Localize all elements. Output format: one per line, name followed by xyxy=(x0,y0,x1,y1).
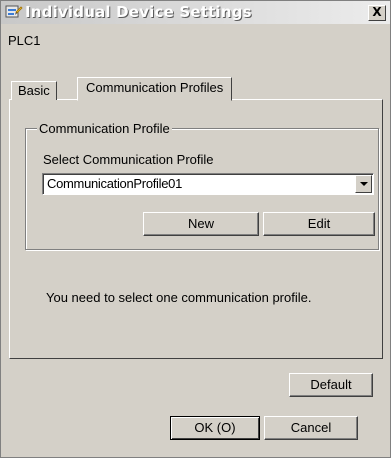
info-message: You need to select one communication pro… xyxy=(46,290,312,305)
cancel-button[interactable]: Cancel xyxy=(264,416,358,440)
group-title: Communication Profile xyxy=(37,121,172,136)
default-button[interactable]: Default xyxy=(289,373,373,397)
dropdown-selected-value: CommunicationProfile01 xyxy=(47,176,183,191)
device-name-label: PLC1 xyxy=(8,33,41,48)
select-profile-label: Select Communication Profile xyxy=(43,152,214,167)
settings-app-icon xyxy=(5,4,23,21)
close-button[interactable]: X xyxy=(368,5,386,21)
dialog-window: Individual Device Settings X PLC1 Basic … xyxy=(0,0,391,458)
chevron-down-icon[interactable] xyxy=(355,175,372,193)
title-bar[interactable]: Individual Device Settings X xyxy=(1,1,390,24)
tab-basic[interactable]: Basic xyxy=(11,81,57,100)
new-profile-button[interactable]: New xyxy=(143,212,259,236)
ok-button[interactable]: OK (O) xyxy=(170,416,260,440)
tab-communication-profiles[interactable]: Communication Profiles xyxy=(77,77,233,101)
profile-dropdown[interactable]: CommunicationProfile01 xyxy=(42,173,374,195)
edit-profile-button[interactable]: Edit xyxy=(263,212,375,236)
window-title: Individual Device Settings xyxy=(25,3,252,21)
